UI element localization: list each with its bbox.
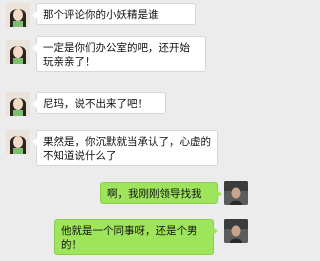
girl-avatar-icon[interactable] — [6, 3, 30, 27]
girl-avatar-icon[interactable] — [6, 40, 30, 64]
message-text: 果然是，你沉默就当承认了，心虚的不知道说什么了 — [43, 136, 211, 162]
message-text: 尼玛，说不出来了吧！ — [43, 98, 148, 110]
message-text: 一定是你们办公室的吧，还开始玩亲亲了！ — [43, 42, 190, 68]
message-bubble: 那个评论你的小妖精是谁 — [32, 3, 196, 25]
chat-window: 那个评论你的小妖精是谁 一定是你们办公室的吧，还开始玩亲亲了！ 尼玛，说不出来了… — [0, 0, 250, 261]
message-bubble: 一定是你们办公室的吧，还开始玩亲亲了！ — [32, 36, 206, 72]
message-bubble: 果然是，你沉默就当承认了，心虚的不知道说什么了 — [32, 130, 218, 166]
man-avatar-icon[interactable] — [224, 181, 248, 205]
message-text: 那个评论你的小妖精是谁 — [43, 9, 159, 21]
girl-avatar-icon[interactable] — [6, 92, 30, 116]
message-text: 啊，我刚刚领导找我 — [107, 188, 202, 200]
message-bubble: 啊，我刚刚领导找我 — [100, 182, 222, 204]
message-text: 他就是一个同事呀，还是个男的！ — [61, 225, 198, 251]
message-bubble: 尼玛，说不出来了吧！ — [32, 92, 166, 114]
message-bubble: 他就是一个同事呀，还是个男的！ — [54, 219, 218, 255]
girl-avatar-icon[interactable] — [6, 130, 30, 154]
man-avatar-icon[interactable] — [224, 219, 248, 243]
